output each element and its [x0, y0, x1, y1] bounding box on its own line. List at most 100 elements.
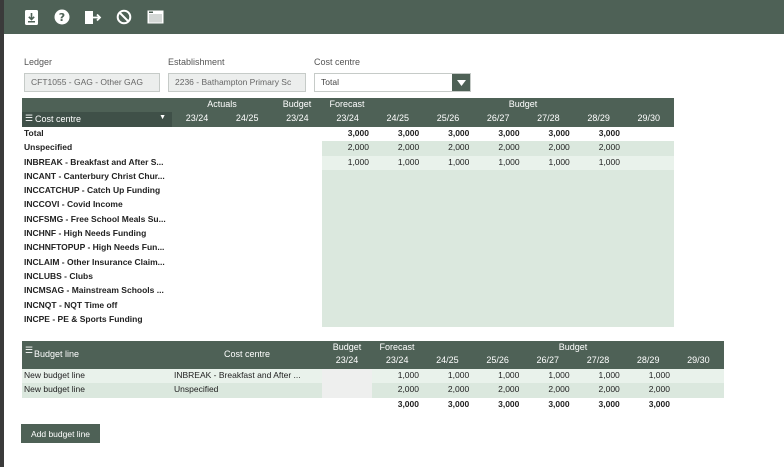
- toolbar: ?: [4, 0, 784, 34]
- editable-area: [322, 298, 674, 313]
- year-header: 25/26: [486, 355, 509, 365]
- cell-value[interactable]: 2,000: [573, 384, 623, 394]
- cost-centre-column-label: Cost centre: [35, 114, 82, 124]
- cell-value[interactable]: 2,000: [473, 142, 523, 152]
- cell-value[interactable]: 2,000: [372, 384, 422, 394]
- cell-value[interactable]: 1,000: [372, 370, 422, 380]
- cell-value[interactable]: 2,000: [372, 142, 422, 152]
- table-row[interactable]: INCNQT - NQT Time off: [22, 298, 674, 313]
- table-row[interactable]: Unspecified 2,000 2,000 2,000 2,000 2,000 2,00…: [22, 141, 674, 156]
- svg-text:?: ?: [59, 11, 65, 24]
- total-value: 3,000: [648, 398, 670, 409]
- year-header: 23/24: [336, 113, 359, 123]
- row-label: Total: [24, 128, 44, 138]
- menu-icon[interactable]: ☰: [25, 345, 33, 356]
- ledger-input[interactable]: CFT1055 - GAG - Other GAG: [24, 73, 160, 92]
- download-icon[interactable]: [22, 8, 40, 26]
- table-row[interactable]: INCCOVI - Covid Income: [22, 198, 674, 213]
- row-label: INCHNFTOPUP - High Needs Fun...: [24, 242, 165, 253]
- cell-value[interactable]: 1,000: [372, 157, 422, 167]
- cell-value[interactable]: 1,000: [573, 157, 623, 167]
- cell-value[interactable]: 2,000: [573, 142, 623, 152]
- cell-value[interactable]: 2,000: [523, 142, 573, 152]
- group-actuals: Actuals: [207, 99, 237, 109]
- table-row[interactable]: Total 3,000 3,000 3,000 3,000 3,000 3,000: [22, 127, 674, 141]
- cell-value[interactable]: 2,000: [422, 384, 472, 394]
- cell-value[interactable]: 2,000: [623, 384, 673, 394]
- budget-line-cost-centre[interactable]: Unspecified: [174, 384, 319, 394]
- cell-value[interactable]: 3,000: [523, 128, 573, 138]
- bottom-group-forecast: Forecast: [379, 342, 415, 352]
- table-row[interactable]: INCANT - Canterbury Christ Chur...: [22, 169, 674, 185]
- cell-value[interactable]: 1,000: [472, 370, 522, 380]
- table-row[interactable]: INCHNF - High Needs Funding: [22, 227, 674, 242]
- cell-value[interactable]: 3,000: [322, 128, 372, 138]
- cell-value[interactable]: 3,000: [372, 128, 422, 138]
- cell-value[interactable]: 2,000: [422, 142, 472, 152]
- budget-line-name[interactable]: New budget line: [24, 370, 85, 380]
- cell-value[interactable]: 1,000: [422, 157, 472, 167]
- table-row[interactable]: New budget line INBREAK - Breakfast and A…: [22, 369, 724, 384]
- year-header: 23/24: [185, 113, 209, 123]
- editable-area: [322, 169, 674, 185]
- top-grid-body: Total 3,000 3,000 3,000 3,000 3,000 3,000 Unspe…: [22, 127, 674, 328]
- cell-value[interactable]: 3,000: [473, 128, 523, 138]
- year-header: 28/29: [636, 355, 660, 365]
- cell-value[interactable]: 1,000: [473, 157, 523, 167]
- chevron-down-icon[interactable]: [452, 74, 470, 91]
- sort-down-icon[interactable]: ▼: [159, 114, 166, 121]
- editable-area: [322, 241, 674, 256]
- year-header: 27/28: [586, 355, 610, 365]
- group-forecast: Forecast: [329, 99, 365, 109]
- budget-line-name[interactable]: New budget line: [24, 384, 85, 394]
- table-row[interactable]: INBREAK - Breakfast and After S... 1,000 1…: [22, 155, 674, 170]
- add-budget-line-button[interactable]: Add budget line: [21, 424, 100, 443]
- main-panel: Ledger CFT1055 - GAG - Other GAG Establi…: [4, 34, 784, 467]
- cell-value[interactable]: 1,000: [523, 370, 573, 380]
- table-row[interactable]: INCCATCHUP - Catch Up Funding: [22, 184, 674, 199]
- table-row[interactable]: INCLAIM - Other Insurance Claim...: [22, 255, 674, 270]
- cell-value[interactable]: 1,000: [322, 157, 372, 167]
- menu-icon[interactable]: ☰: [25, 113, 33, 124]
- budget-cell[interactable]: [322, 369, 372, 384]
- table-row[interactable]: INCPE - PE & Sports Funding: [22, 312, 674, 328]
- table-row[interactable]: INCFSMG - Free School Meals Su...: [22, 212, 674, 228]
- cell-value[interactable]: 2,000: [472, 384, 522, 394]
- cell-value[interactable]: 1,000: [573, 370, 623, 380]
- cost-centre-select[interactable]: Total: [314, 73, 471, 92]
- cost-centre-column-header[interactable]: ☰ Cost centre ▼: [22, 112, 172, 127]
- cell-value[interactable]: 1,000: [523, 157, 573, 167]
- total-value: 3,000: [397, 398, 419, 409]
- establishment-input[interactable]: 2236 - Bathampton Primary Sc: [168, 73, 306, 92]
- row-label: INCHNF - High Needs Funding: [24, 228, 147, 239]
- budget-line-column-label[interactable]: Budget line: [34, 349, 79, 359]
- table-row[interactable]: INCMSAG - Mainstream Schools ...: [22, 284, 674, 299]
- total-value: 3,000: [548, 398, 570, 409]
- row-label: INCMSAG - Mainstream Schools ...: [24, 285, 164, 296]
- cost-centre-value: Total: [321, 77, 339, 87]
- cell-value[interactable]: 2,000: [523, 384, 573, 394]
- row-label: INCPE - PE & Sports Funding: [24, 313, 143, 324]
- ledger-field: Ledger CFT1055 - GAG - Other GAG: [24, 57, 160, 92]
- year-header: 23/24: [286, 113, 309, 123]
- cell-value[interactable]: 3,000: [422, 128, 472, 138]
- cell-value[interactable]: 1,000: [623, 370, 673, 380]
- group-budget: Budget: [282, 99, 312, 109]
- cell-value[interactable]: 3,000: [573, 128, 623, 138]
- row-label: INCNQT - NQT Time off: [24, 299, 118, 310]
- cancel-icon[interactable]: [115, 8, 133, 26]
- cell-value[interactable]: 2,000: [322, 142, 372, 152]
- budget-line-cost-centre[interactable]: INBREAK - Breakfast and After ...: [174, 370, 319, 380]
- table-row[interactable]: New budget line Unspecified 2,000 2,000 2,00…: [22, 383, 724, 398]
- budget-cell[interactable]: [322, 383, 372, 398]
- table-row[interactable]: INCHNFTOPUP - High Needs Fun...: [22, 241, 674, 256]
- window-icon[interactable]: [146, 8, 164, 26]
- year-header: 23/24: [335, 355, 359, 365]
- table-row[interactable]: INCLUBS - Clubs: [22, 269, 674, 285]
- bottom-cost-centre-column-label[interactable]: Cost centre: [172, 349, 322, 359]
- export-icon[interactable]: [84, 8, 102, 26]
- total-value: 3,000: [447, 398, 470, 409]
- editable-area: [322, 284, 674, 299]
- help-icon[interactable]: ?: [53, 8, 71, 26]
- cell-value[interactable]: 1,000: [422, 370, 472, 380]
